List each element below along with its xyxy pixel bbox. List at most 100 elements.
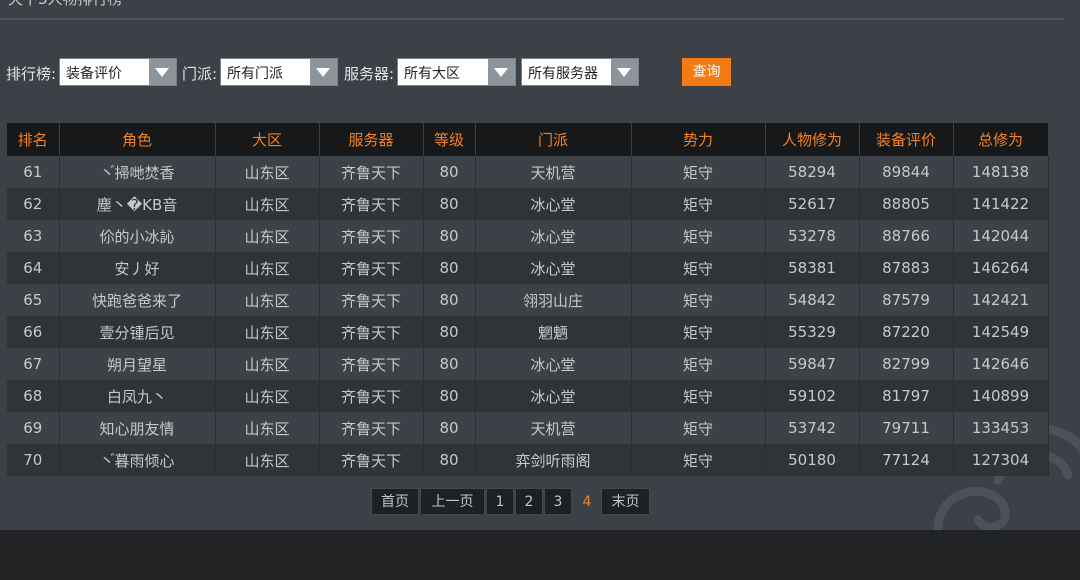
column-header: 大区 — [215, 123, 320, 156]
chevron-down-icon[interactable] — [611, 59, 638, 85]
filter-bar: 排行榜: 装备评价 门派: 所有门派 服务器: 所有大区 所有服务器 查询 — [6, 57, 746, 87]
ranking-select[interactable]: 装备评价 — [59, 58, 177, 86]
table-cell: 翎羽山庄 — [475, 284, 632, 316]
table-cell: 齐鲁天下 — [319, 412, 424, 444]
ranking-table: 排名 角色 大区 服务器 等级 门派 势力 人物修为 装备评价 总修为 61 丶゙… — [7, 123, 1049, 476]
chevron-down-icon[interactable] — [149, 59, 176, 85]
table-cell: 53278 — [765, 220, 860, 252]
table-cell: 丶゙掃哋焚香 — [59, 156, 216, 188]
table-cell: 142421 — [953, 284, 1049, 316]
table-cell: 快跑爸爸来了 — [59, 284, 216, 316]
table-cell: 80 — [423, 188, 476, 220]
table-cell: 齐鲁天下 — [319, 252, 424, 284]
table-cell: 141422 — [953, 188, 1049, 220]
table-cell: 齐鲁天下 — [319, 316, 424, 348]
table-cell: 80 — [423, 412, 476, 444]
table-cell: 59847 — [765, 348, 860, 380]
table-row: 68 白凤九丶 山东区 齐鲁天下 80 冰心堂 矩守 59102 81797 140899 — [7, 380, 1049, 412]
column-header: 服务器 — [319, 123, 424, 156]
ranking-panel: 天下3人物排行榜 排行榜: 装备评价 门派: 所有门派 服务器: 所有大区 所有… — [0, 0, 1080, 530]
table-cell: 知心朋友情 — [59, 412, 216, 444]
column-header: 总修为 — [953, 123, 1049, 156]
table-cell: 54842 — [765, 284, 860, 316]
table-cell: 69 — [7, 412, 60, 444]
table-cell: 伱的小冰訫 — [59, 220, 216, 252]
query-button[interactable]: 查询 — [682, 58, 731, 86]
first-page-button[interactable]: 首页 — [371, 488, 419, 515]
table-cell: 65 — [7, 284, 60, 316]
school-select-value: 所有门派 — [227, 66, 283, 82]
table-cell: 齐鲁天下 — [319, 284, 424, 316]
table-cell: 矩守 — [631, 188, 766, 220]
column-header: 装备评价 — [859, 123, 954, 156]
table-row: 66 壹分锺后见 山东区 齐鲁天下 80 魍魉 矩守 55329 87220 142549 — [7, 316, 1049, 348]
table-cell: 87883 — [859, 252, 954, 284]
table-cell: 天机营 — [475, 156, 632, 188]
table-cell: 58294 — [765, 156, 860, 188]
last-page-button[interactable]: 末页 — [601, 488, 650, 515]
ranking-label: 排行榜: — [6, 65, 57, 83]
table-cell: 矩守 — [631, 412, 766, 444]
table-cell: 53742 — [765, 412, 860, 444]
table-cell: 冰心堂 — [475, 348, 632, 380]
table-cell: 壹分锺后见 — [59, 316, 216, 348]
table-cell: 天机营 — [475, 412, 632, 444]
table-cell: 68 — [7, 380, 60, 412]
table-cell: 白凤九丶 — [59, 380, 216, 412]
table-cell: 66 — [7, 316, 60, 348]
table-cell: 冰心堂 — [475, 220, 632, 252]
table-cell: 50180 — [765, 444, 860, 476]
server-select[interactable]: 所有服务器 — [521, 58, 639, 86]
page-button-3[interactable]: 3 — [544, 488, 572, 515]
table-cell: 59102 — [765, 380, 860, 412]
table-cell: 矩守 — [631, 348, 766, 380]
table-cell: 山东区 — [215, 412, 320, 444]
table-cell: 安丿好 — [59, 252, 216, 284]
table-cell: 82799 — [859, 348, 954, 380]
table-cell: 山东区 — [215, 380, 320, 412]
table-cell: 冰心堂 — [475, 188, 632, 220]
table-cell: 64 — [7, 252, 60, 284]
table-cell: 87220 — [859, 316, 954, 348]
table-cell: 133453 — [953, 412, 1049, 444]
school-select[interactable]: 所有门派 — [220, 58, 338, 86]
column-header: 角色 — [59, 123, 216, 156]
page-button-1[interactable]: 1 — [486, 488, 514, 515]
table-cell: 80 — [423, 252, 476, 284]
table-cell: 58381 — [765, 252, 860, 284]
page-title: 天下3人物排行榜 — [8, 0, 123, 9]
table-cell: 冰心堂 — [475, 252, 632, 284]
table-row: 67 朔月望星 山东区 齐鲁天下 80 冰心堂 矩守 59847 82799 142646 — [7, 348, 1049, 380]
table-cell: 80 — [423, 444, 476, 476]
table-cell: 齐鲁天下 — [319, 156, 424, 188]
table-cell: 齐鲁天下 — [319, 444, 424, 476]
page-button-2[interactable]: 2 — [515, 488, 543, 515]
table-cell: 88805 — [859, 188, 954, 220]
column-header: 人物修为 — [765, 123, 860, 156]
table-row: 70 丶゙暮雨倾心 山东区 齐鲁天下 80 弈剑听雨阁 矩守 50180 77124 127304 — [7, 444, 1049, 476]
ranking-select-value: 装备评价 — [66, 66, 122, 82]
table-cell: 80 — [423, 284, 476, 316]
prev-page-button[interactable]: 上一页 — [420, 488, 485, 515]
chevron-down-icon[interactable] — [310, 59, 337, 85]
table-cell: 146264 — [953, 252, 1049, 284]
table-cell: 齐鲁天下 — [319, 188, 424, 220]
table-cell: 52617 — [765, 188, 860, 220]
table-cell: 山东区 — [215, 252, 320, 284]
table-cell: 62 — [7, 188, 60, 220]
table-cell: 142646 — [953, 348, 1049, 380]
table-cell: 81797 — [859, 380, 954, 412]
region-select[interactable]: 所有大区 — [397, 58, 516, 86]
table-cell: 齐鲁天下 — [319, 348, 424, 380]
title-divider — [0, 18, 1064, 20]
table-cell: 朔月望星 — [59, 348, 216, 380]
table-cell: 矩守 — [631, 380, 766, 412]
table-cell: 魍魉 — [475, 316, 632, 348]
region-select-value: 所有大区 — [404, 66, 460, 82]
table-cell: 67 — [7, 348, 60, 380]
chevron-down-icon[interactable] — [488, 59, 515, 85]
table-cell: 山东区 — [215, 188, 320, 220]
table-cell: 山东区 — [215, 156, 320, 188]
column-header: 排名 — [7, 123, 60, 156]
table-cell: 冰心堂 — [475, 380, 632, 412]
